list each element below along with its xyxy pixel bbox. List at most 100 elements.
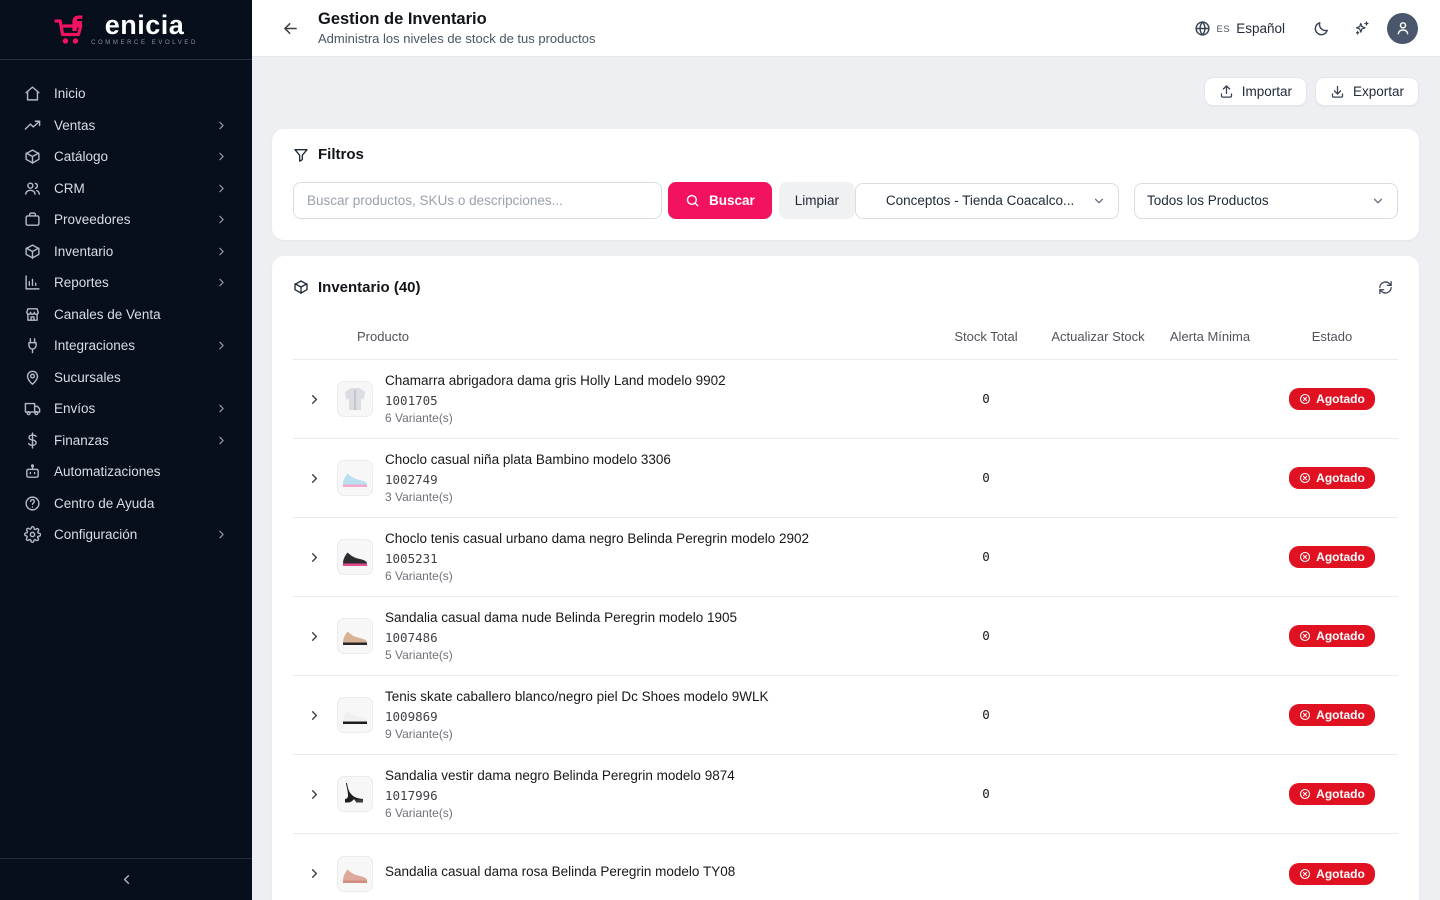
sidebar-item-catalogo[interactable]: Catálogo bbox=[0, 141, 252, 173]
brand-name: enicia bbox=[105, 13, 185, 37]
user-avatar[interactable] bbox=[1387, 13, 1418, 44]
product-sku: 1001705 bbox=[385, 393, 726, 408]
sidebar-item-label: Catálogo bbox=[54, 149, 108, 164]
product-variants: 6 Variante(s) bbox=[385, 806, 735, 820]
sidebar-item-integraciones[interactable]: Integraciones bbox=[0, 330, 252, 362]
sidebar-item-label: Integraciones bbox=[54, 338, 135, 353]
product-variants: 9 Variante(s) bbox=[385, 727, 768, 741]
product-sku: 1017996 bbox=[385, 788, 735, 803]
sidebar-item-automatizaciones[interactable]: Automatizaciones bbox=[0, 456, 252, 488]
sidebar-collapse-button[interactable] bbox=[0, 858, 252, 900]
sidebar-item-label: Envíos bbox=[54, 401, 95, 416]
page-title: Gestion de Inventario bbox=[318, 10, 595, 29]
back-button[interactable] bbox=[276, 14, 304, 42]
status-badge: Agotado bbox=[1289, 388, 1375, 410]
brand-tagline: Commerce Evolved bbox=[91, 40, 198, 46]
chevron-down-icon bbox=[1092, 194, 1106, 208]
expand-row-button[interactable] bbox=[301, 386, 327, 412]
sidebar-item-canales-de-venta[interactable]: Canales de Venta bbox=[0, 299, 252, 331]
sidebar-item-proveedores[interactable]: Proveedores bbox=[0, 204, 252, 236]
package-icon bbox=[293, 279, 309, 295]
circle-x-icon bbox=[1299, 551, 1311, 563]
chevron-right-icon bbox=[307, 787, 322, 802]
status-label: Agotado bbox=[1316, 787, 1365, 801]
circle-x-icon bbox=[1299, 630, 1311, 642]
sidebar-item-configuracion[interactable]: Configuración bbox=[0, 519, 252, 551]
status-label: Agotado bbox=[1316, 471, 1365, 485]
chevron-right-icon bbox=[215, 150, 228, 163]
expand-row-button[interactable] bbox=[301, 781, 327, 807]
dark-mode-toggle[interactable] bbox=[1305, 12, 1337, 44]
refresh-button[interactable] bbox=[1372, 274, 1398, 300]
sidebar-item-sucursales[interactable]: Sucursales bbox=[0, 362, 252, 394]
sidebar-item-label: Automatizaciones bbox=[54, 464, 161, 479]
export-button-label: Exportar bbox=[1353, 84, 1404, 99]
status-label: Agotado bbox=[1316, 392, 1365, 406]
status-badge: Agotado bbox=[1289, 546, 1375, 568]
search-input[interactable] bbox=[293, 182, 662, 219]
status-badge: Agotado bbox=[1289, 863, 1375, 885]
chevron-right-icon bbox=[307, 550, 322, 565]
product-sku: 1009869 bbox=[385, 709, 768, 724]
filters-card: Filtros Buscar Limpiar Conceptos - Tiend… bbox=[272, 129, 1419, 240]
expand-row-button[interactable] bbox=[301, 702, 327, 728]
package-icon bbox=[24, 148, 41, 165]
column-header-stock-total: Stock Total bbox=[930, 329, 1042, 344]
brand-logo[interactable]: enicia Commerce Evolved bbox=[0, 0, 252, 60]
users-icon bbox=[24, 180, 41, 197]
chevron-right-icon bbox=[307, 866, 322, 881]
status-badge: Agotado bbox=[1289, 467, 1375, 489]
sparkles-icon bbox=[1353, 20, 1370, 37]
sidebar-item-inventario[interactable]: Inventario bbox=[0, 236, 252, 268]
product-image bbox=[337, 539, 373, 575]
sidebar-item-envios[interactable]: Envíos bbox=[0, 393, 252, 425]
download-icon bbox=[1330, 84, 1345, 99]
table-header-row: Producto Stock Total Actualizar Stock Al… bbox=[293, 314, 1398, 360]
clear-filters-button[interactable]: Limpiar bbox=[779, 182, 855, 219]
inventory-table: Producto Stock Total Actualizar Stock Al… bbox=[293, 314, 1398, 900]
filters-title: Filtros bbox=[318, 146, 364, 163]
chevron-right-icon bbox=[215, 182, 228, 195]
product-filter-dropdown[interactable]: Todos los Productos bbox=[1134, 183, 1398, 219]
sidebar-item-centro-de-ayuda[interactable]: Centro de Ayuda bbox=[0, 488, 252, 520]
stock-total-value: 0 bbox=[982, 786, 990, 801]
inventory-card: Inventario (40) Producto Stock Total Act… bbox=[272, 256, 1419, 900]
sidebar-item-reportes[interactable]: Reportes bbox=[0, 267, 252, 299]
sidebar-item-inicio[interactable]: Inicio bbox=[0, 78, 252, 110]
ai-assistant-button[interactable] bbox=[1345, 12, 1377, 44]
language-selector[interactable]: ES Español bbox=[1194, 20, 1285, 37]
search-button[interactable]: Buscar bbox=[668, 182, 772, 219]
sidebar-item-ventas[interactable]: Ventas bbox=[0, 110, 252, 142]
table-row: Sandalia vestir dama negro Belinda Pereg… bbox=[293, 755, 1398, 834]
store-dropdown[interactable]: Conceptos - Tienda Coacalco... bbox=[855, 183, 1119, 219]
expand-row-button[interactable] bbox=[301, 861, 327, 887]
bar-chart-icon bbox=[24, 274, 41, 291]
expand-row-button[interactable] bbox=[301, 623, 327, 649]
status-label: Agotado bbox=[1316, 550, 1365, 564]
status-badge: Agotado bbox=[1289, 783, 1375, 805]
sidebar-item-crm[interactable]: CRM bbox=[0, 173, 252, 205]
export-button[interactable]: Exportar bbox=[1315, 77, 1419, 106]
chevron-down-icon bbox=[1371, 194, 1385, 208]
product-name: Tenis skate caballero blanco/negro piel … bbox=[385, 689, 768, 705]
circle-x-icon bbox=[1299, 709, 1311, 721]
sidebar-item-finanzas[interactable]: Finanzas bbox=[0, 425, 252, 457]
status-label: Agotado bbox=[1316, 708, 1365, 722]
chevron-right-icon bbox=[215, 245, 228, 258]
import-button-label: Importar bbox=[1242, 84, 1292, 99]
stock-total-value: 0 bbox=[982, 628, 990, 643]
sidebar-item-label: Centro de Ayuda bbox=[54, 496, 154, 511]
topbar: Gestion de Inventario Administra los niv… bbox=[252, 0, 1440, 57]
expand-row-button[interactable] bbox=[301, 544, 327, 570]
import-button[interactable]: Importar bbox=[1204, 77, 1307, 106]
sidebar-item-label: Proveedores bbox=[54, 212, 131, 227]
sidebar-item-label: Ventas bbox=[54, 118, 95, 133]
product-variants: 3 Variante(s) bbox=[385, 490, 671, 504]
expand-row-button[interactable] bbox=[301, 465, 327, 491]
status-badge: Agotado bbox=[1289, 625, 1375, 647]
stock-total-value: 0 bbox=[982, 470, 990, 485]
sidebar-item-label: Reportes bbox=[54, 275, 109, 290]
cart-logo-icon bbox=[54, 14, 90, 46]
globe-icon bbox=[1194, 20, 1211, 37]
sidebar-item-label: Finanzas bbox=[54, 433, 109, 448]
